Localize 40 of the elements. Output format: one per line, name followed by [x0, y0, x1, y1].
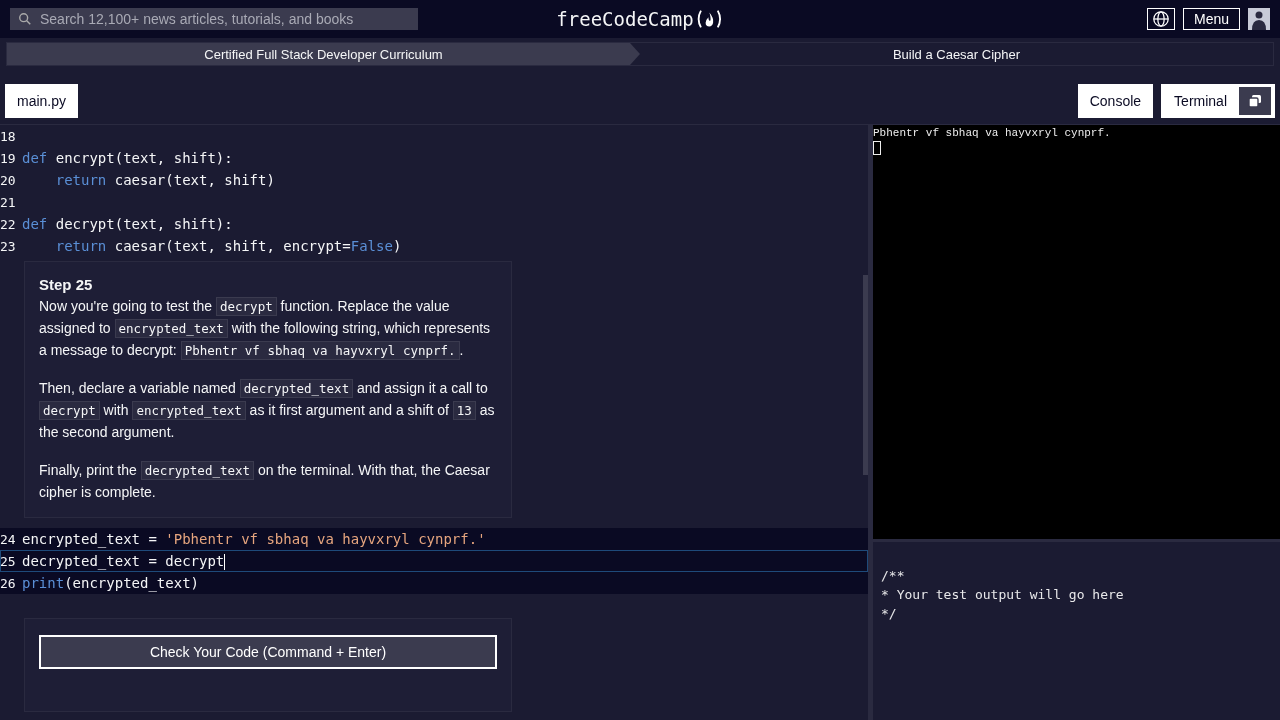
line-number: 19 [0, 150, 17, 166]
line-number: 23 [0, 238, 17, 254]
instruction-paragraph: Then, declare a variable named decrypted_text and assign it a call to decrypt with encrypted_text as it first argument and a shift of 13 as the second argument. [39, 378, 496, 442]
line-number: 24 [0, 531, 17, 547]
scrollbar[interactable] [863, 275, 868, 475]
language-button[interactable] [1146, 8, 1175, 30]
search-field[interactable]: Search 12,100+ news articles, tutorials, and books [10, 8, 418, 30]
terminal-line: Pbhentr vf sbhaq va hayvxryl cynprf. [873, 127, 1112, 139]
file-tab[interactable]: main.py [5, 84, 79, 118]
code-line: def encrypt(text, shift): [22, 150, 233, 166]
check-code-button[interactable]: Check Your Code (Command + Enter) [39, 635, 497, 669]
avatar-icon[interactable] [1248, 8, 1270, 30]
code-line: return caesar(text, shift, encrypt=False) [55, 238, 402, 254]
code-line: encrypted_text = 'Pbhentr vf sbhaq va hayvxryl cynprf.' [22, 531, 486, 547]
popout-icon[interactable] [1247, 93, 1263, 109]
logo-text[interactable]: freeCodeCamp [556, 8, 694, 30]
search-icon [18, 12, 32, 26]
test-output-line: */ [881, 605, 898, 623]
line-number: 26 [0, 575, 17, 591]
test-output-line: * Your test output will go here [881, 586, 1125, 604]
instruction-paragraph: Now you're going to test the decrypt function. Replace the value assigned to encrypted_text with the following string, which represents a message to decrypt: Pbhentr vf sbhaq va hayvxryl cynprf. . [39, 296, 492, 361]
terminal-cursor [873, 141, 881, 155]
line-number: 18 [0, 128, 17, 144]
code-line: return caesar(text, shift) [55, 172, 275, 188]
terminal-tab[interactable]: Terminal [1161, 84, 1275, 118]
line-number: 25 [0, 553, 17, 569]
line-number: 22 [0, 216, 17, 232]
instruction-paragraph: Finally, print the decrypted_text on the terminal. With that, the Caesar cipher is complete. [39, 460, 491, 502]
line-number: 20 [0, 172, 17, 188]
test-output-line: /** [881, 567, 906, 585]
line-number: 21 [0, 194, 17, 210]
menu-button[interactable]: Menu [1182, 8, 1240, 30]
code-line: print(encrypted_text) [22, 575, 199, 591]
code-line: decrypted_text = decrypt [22, 552, 226, 570]
breadcrumb-link[interactable]: Certified Full Stack Developer Curriculum [7, 43, 640, 65]
console-tab[interactable]: Console [1077, 84, 1154, 118]
code-line: def decrypt(text, shift): [22, 216, 233, 232]
step-title: Step 25 [39, 276, 94, 293]
text-cursor [224, 553, 226, 570]
flame-logo-icon[interactable] [695, 8, 724, 30]
